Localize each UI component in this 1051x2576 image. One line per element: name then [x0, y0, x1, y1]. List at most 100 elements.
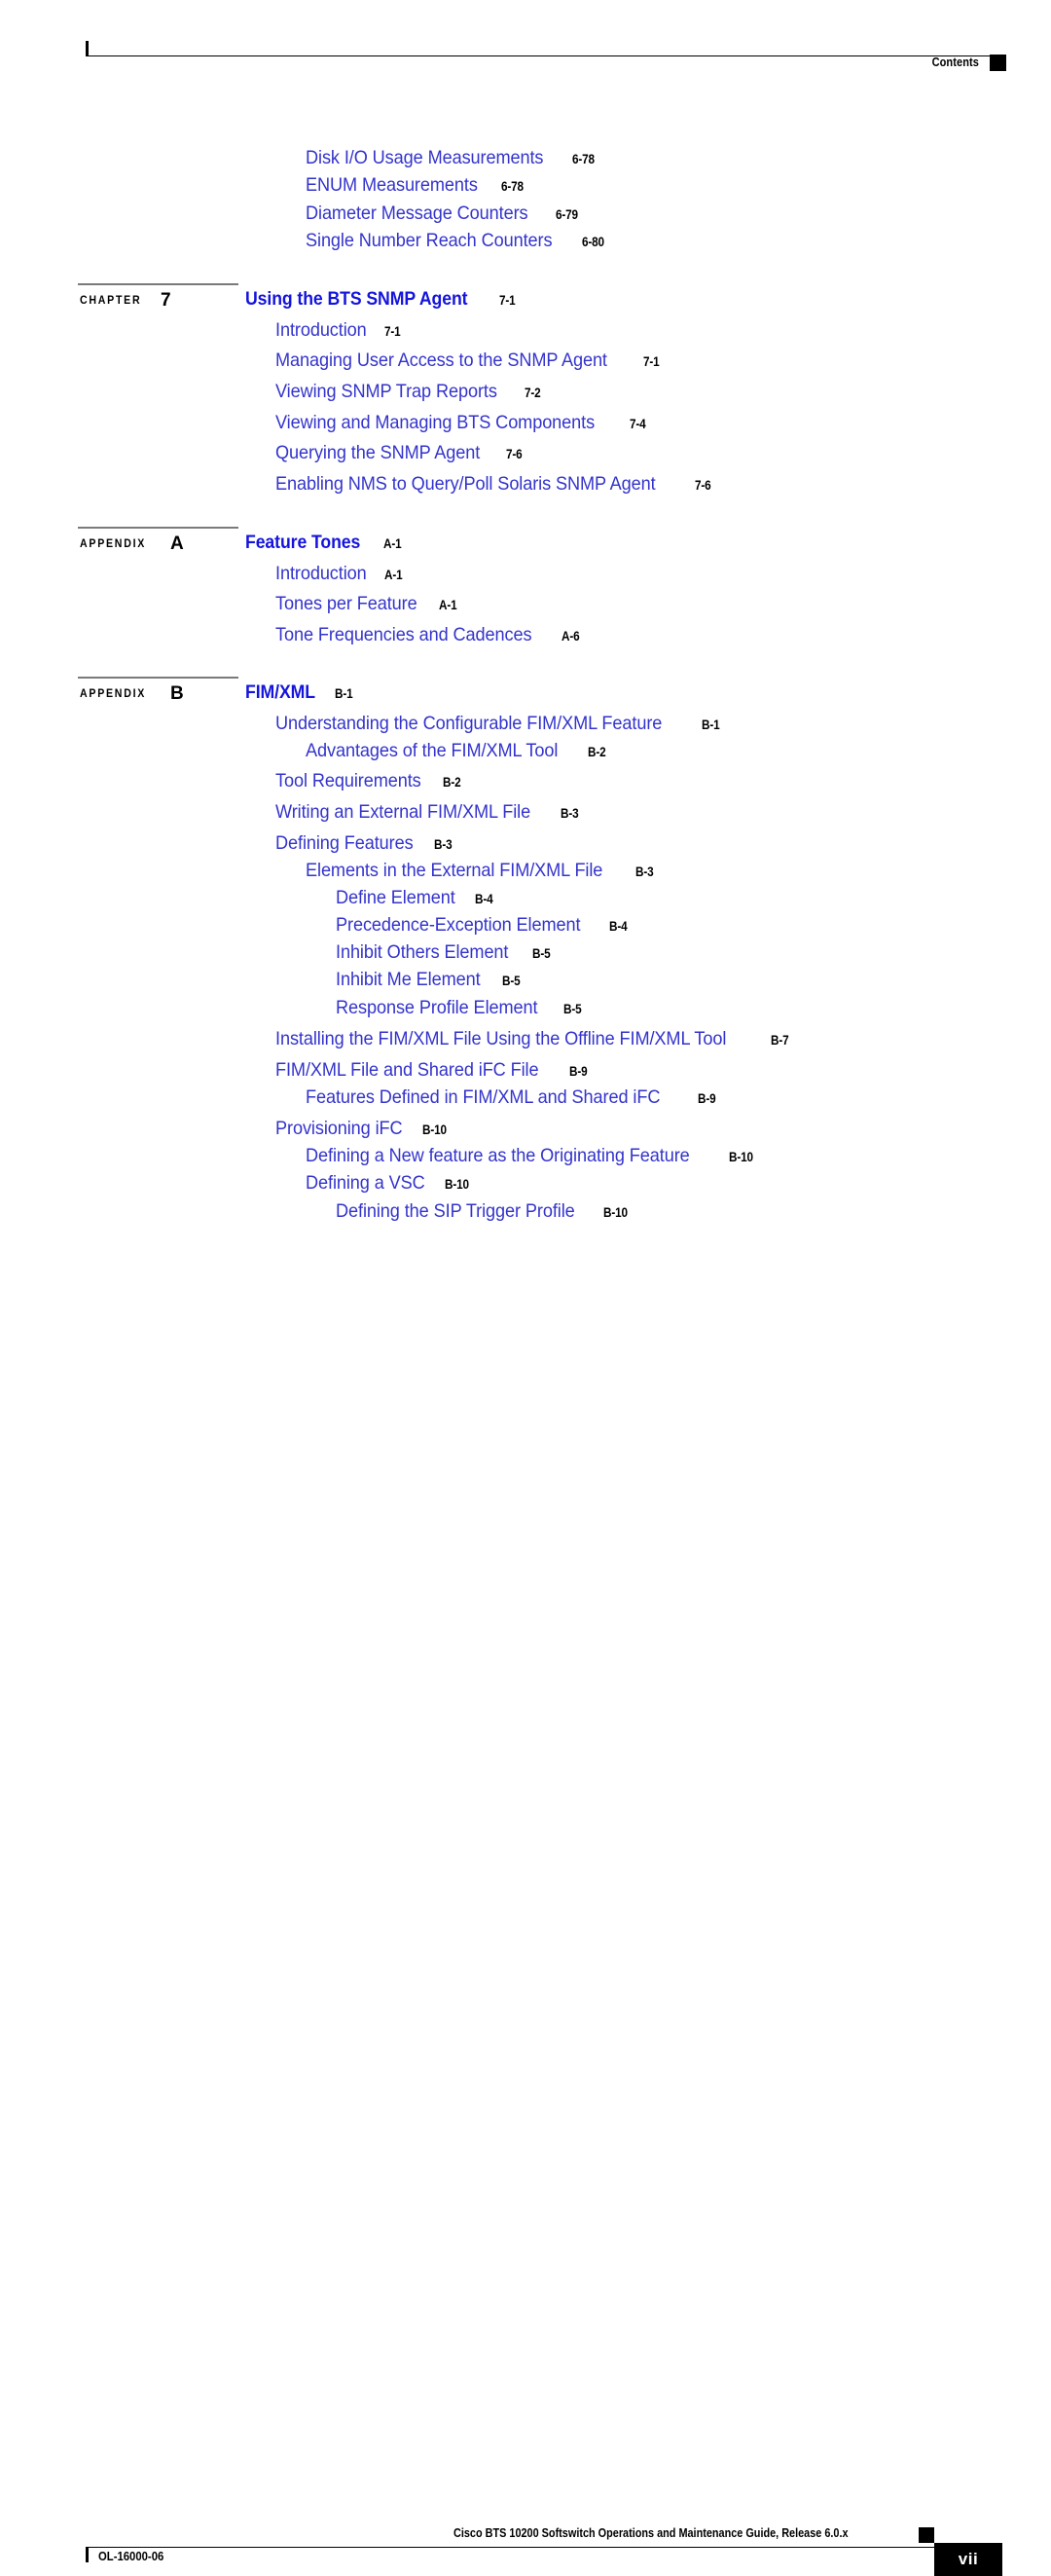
toc-entry-link[interactable]: Introduction	[275, 564, 367, 584]
toc-entry-row[interactable]: Single Number Reach Counters 6-80	[306, 231, 608, 251]
black-square-icon	[990, 55, 1006, 71]
footer-rule	[86, 2547, 934, 2548]
toc-entry-row[interactable]: FIM/XML File and Shared iFC File B-9	[275, 1060, 591, 1081]
toc-page-number: B-5	[531, 945, 551, 961]
toc-page-number: B-9	[568, 1063, 588, 1079]
toc-page-number: B-7	[771, 1032, 789, 1048]
toc-entry-row[interactable]: ENUM Measurements 6-78	[306, 175, 527, 196]
toc-entry-row[interactable]: Defining a New feature as the Originatin…	[306, 1146, 758, 1166]
toc-page-number: B-3	[560, 805, 579, 821]
toc-entry-row[interactable]: Diameter Message Counters 6-79	[306, 203, 582, 224]
toc-entry-row[interactable]: Defining a VSC B-10	[306, 1173, 473, 1194]
toc-entry-row[interactable]: Tool Requirements B-2	[275, 771, 464, 791]
toc-page-number: 7-6	[506, 446, 523, 461]
toc-entry-link[interactable]: FIM/XML File and Shared iFC File	[275, 1060, 539, 1081]
toc-entry-row[interactable]: Inhibit Me Element B-5	[336, 970, 524, 990]
toc-entry-row[interactable]: Elements in the External FIM/XML File B-3	[306, 861, 657, 881]
footer-document-title: Cisco BTS 10200 Softswitch Operations an…	[453, 2526, 849, 2540]
toc-page-number: 6-78	[571, 151, 595, 166]
toc-entry-row[interactable]: Response Profile Element B-5	[336, 998, 585, 1018]
toc-entry-link[interactable]: Precedence-Exception Element	[336, 915, 581, 936]
toc-entry-link[interactable]: Querying the SNMP Agent	[275, 443, 480, 463]
toc-entry-row[interactable]: Introduction 7-1	[275, 320, 403, 341]
page-footer: Cisco BTS 10200 Softswitch Operations an…	[0, 1253, 1051, 2576]
toc-page-number: B-10	[444, 1176, 469, 1192]
toc-page-number: B-1	[335, 685, 353, 701]
chapter-marker-label: APPENDIX	[80, 538, 147, 550]
toc-page-number: B-5	[501, 973, 521, 988]
toc-entry-link[interactable]: Defining Features	[275, 833, 414, 854]
toc-page-number: B-5	[563, 1001, 582, 1016]
toc-entry-row[interactable]: Features Defined in FIM/XML and Shared i…	[306, 1087, 719, 1108]
toc-entry-link[interactable]: Response Profile Element	[336, 998, 538, 1018]
toc-entry-row[interactable]: Introduction A-1	[275, 564, 406, 584]
toc-entry-row[interactable]: Writing an External FIM/XML File B-3	[275, 802, 582, 823]
toc-page-number: 7-4	[629, 416, 646, 431]
toc-page-number: B-10	[729, 1149, 754, 1164]
toc-page-number: 7-2	[524, 385, 541, 400]
toc-entry-link[interactable]: Enabling NMS to Query/Poll Solaris SNMP …	[275, 474, 656, 495]
toc-entry-link[interactable]: Disk I/O Usage Measurements	[306, 148, 544, 168]
toc-entry-link[interactable]: Tool Requirements	[275, 771, 421, 791]
toc-entry-row[interactable]: Installing the FIM/XML File Using the Of…	[275, 1029, 792, 1049]
toc-entry-row[interactable]: Defining Features B-3	[275, 833, 455, 854]
header-left-tick	[86, 41, 89, 56]
toc-entry-row[interactable]: Disk I/O Usage Measurements 6-78	[306, 148, 598, 168]
chapter-marker-label: APPENDIX	[80, 688, 147, 700]
toc-page-number: 7-6	[695, 477, 711, 493]
toc-page: Contents Disk I/O Usage Measurements 6-78…	[0, 0, 1051, 2576]
toc-entry-row[interactable]: Managing User Access to the SNMP Agent 7-…	[275, 350, 662, 371]
toc-entry-link[interactable]: Viewing and Managing BTS Components	[275, 413, 595, 433]
toc-entry-row[interactable]: Provisioning iFC B-10	[275, 1119, 452, 1139]
toc-heading-row[interactable]: Using the BTS SNMP Agent 7-1	[245, 290, 518, 309]
toc-heading-row[interactable]: Feature Tones A-1	[245, 534, 405, 552]
toc-entry-row[interactable]: Precedence-Exception Element B-4	[336, 915, 631, 936]
toc-entry-link[interactable]: Tone Frequencies and Cadences	[275, 625, 532, 645]
toc-entry-row[interactable]: Tone Frequencies and Cadences A-6	[275, 625, 583, 645]
toc-entry-link[interactable]: Single Number Reach Counters	[306, 231, 553, 251]
header-section-label: Contents	[931, 55, 979, 69]
toc-entry-row[interactable]: Define Element B-4	[336, 888, 496, 908]
toc-entry-link[interactable]: Inhibit Me Element	[336, 970, 481, 990]
toc-page-number: 6-80	[581, 234, 604, 249]
toc-entry-link[interactable]: Introduction	[275, 320, 367, 341]
toc-entry-link[interactable]: Defining the SIP Trigger Profile	[336, 1201, 575, 1222]
toc-entry-link[interactable]: Installing the FIM/XML File Using the Of…	[275, 1029, 726, 1049]
toc-page-number: B-10	[603, 1204, 628, 1220]
toc-entry-link[interactable]: Viewing SNMP Trap Reports	[275, 382, 497, 402]
toc-entry-link[interactable]: Managing User Access to the SNMP Agent	[275, 350, 607, 371]
toc-entry-link[interactable]: Elements in the External FIM/XML File	[306, 861, 602, 881]
toc-entry-row[interactable]: Viewing and Managing BTS Components 7-4	[275, 413, 648, 433]
toc-entry-link[interactable]: Define Element	[336, 888, 455, 908]
toc-entry-row[interactable]: Understanding the Configurable FIM/XML F…	[275, 714, 723, 734]
toc-entry-row[interactable]: Viewing SNMP Trap Reports 7-2	[275, 382, 544, 402]
toc-page-number: B-2	[442, 774, 461, 790]
toc-entry-link[interactable]: Provisioning iFC	[275, 1119, 403, 1139]
toc-entry-link[interactable]: Diameter Message Counters	[306, 203, 528, 224]
toc-page-number: B-10	[422, 1122, 448, 1137]
toc-entry-link[interactable]: Inhibit Others Element	[336, 942, 508, 963]
toc-entry-link[interactable]: Features Defined in FIM/XML and Shared i…	[306, 1087, 660, 1108]
toc-entry-row[interactable]: Querying the SNMP Agent 7-6	[275, 443, 526, 463]
toc-heading-row[interactable]: FIM/XML B-1	[245, 683, 356, 702]
toc-entry-row[interactable]: Inhibit Others Element B-5	[336, 942, 554, 963]
toc-heading-link[interactable]: Feature Tones	[245, 534, 360, 552]
toc-entry-link[interactable]: Advantages of the FIM/XML Tool	[306, 741, 558, 761]
toc-entry-row[interactable]: Enabling NMS to Query/Poll Solaris SNMP …	[275, 474, 714, 495]
marker-rule	[78, 677, 238, 679]
toc-page-number: 7-1	[383, 323, 401, 339]
footer-page-number: vii	[934, 2543, 1002, 2576]
toc-entry-link[interactable]: Defining a VSC	[306, 1173, 425, 1194]
toc-entry-link[interactable]: Defining a New feature as the Originatin…	[306, 1146, 690, 1166]
toc-entry-row[interactable]: Defining the SIP Trigger Profile B-10	[336, 1201, 633, 1222]
toc-entry-link[interactable]: Tones per Feature	[275, 594, 417, 614]
toc-entry-link[interactable]: Writing an External FIM/XML File	[275, 802, 530, 823]
toc-entry-link[interactable]: ENUM Measurements	[306, 175, 478, 196]
header-rule	[86, 55, 993, 56]
toc-entry-link[interactable]: Understanding the Configurable FIM/XML F…	[275, 714, 662, 734]
toc-heading-link[interactable]: FIM/XML	[245, 683, 315, 702]
toc-page-number: B-9	[697, 1090, 716, 1106]
toc-entry-row[interactable]: Advantages of the FIM/XML Tool B-2	[306, 741, 609, 761]
toc-entry-row[interactable]: Tones per Feature A-1	[275, 594, 460, 614]
toc-heading-link[interactable]: Using the BTS SNMP Agent	[245, 290, 468, 309]
